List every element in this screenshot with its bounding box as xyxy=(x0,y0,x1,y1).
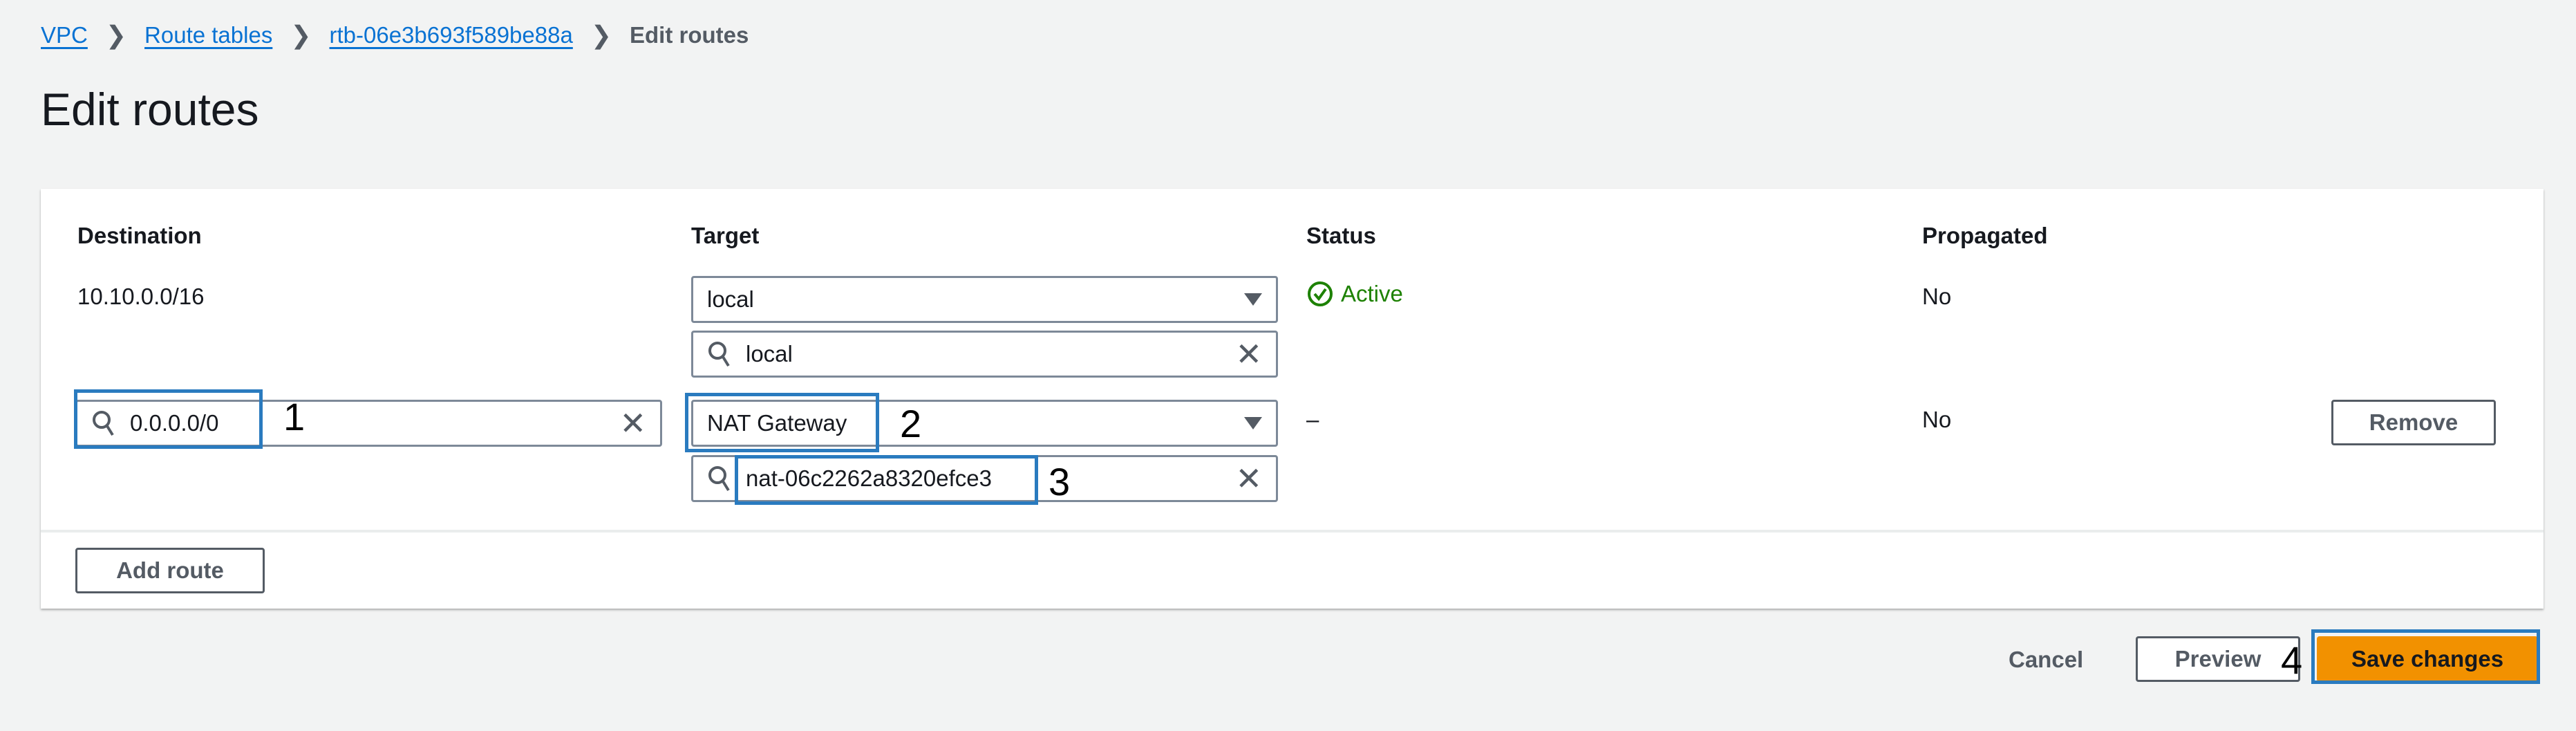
breadcrumb: VPC ❯ Route tables ❯ rtb-06e3b693f589be8… xyxy=(41,21,749,50)
column-header-destination: Destination xyxy=(77,223,202,248)
annotation-label-4: 4 xyxy=(2281,638,2303,682)
caret-down-icon xyxy=(1244,293,1262,306)
breadcrumb-vpc[interactable]: VPC xyxy=(41,22,88,48)
annotation-label-2: 2 xyxy=(900,402,922,445)
status-text: – xyxy=(1306,407,1319,432)
caret-down-icon xyxy=(1244,417,1262,429)
chevron-right-icon: ❯ xyxy=(590,21,612,49)
column-header-target: Target xyxy=(691,223,760,248)
annotation-box-2 xyxy=(685,393,879,452)
check-circle-icon xyxy=(1308,281,1333,306)
annotation-label-3: 3 xyxy=(1049,460,1071,503)
remove-button[interactable]: Remove xyxy=(2331,400,2496,445)
annotation-label-1: 1 xyxy=(283,395,305,438)
add-route-button[interactable]: Add route xyxy=(75,548,265,593)
preview-button[interactable]: Preview xyxy=(2136,636,2300,682)
target-select[interactable]: local xyxy=(691,276,1278,323)
breadcrumb-route-tables[interactable]: Route tables xyxy=(144,22,272,48)
search-icon xyxy=(708,466,730,492)
divider xyxy=(41,530,2544,533)
status-text: Active xyxy=(1341,281,1403,306)
clear-icon[interactable]: ✕ xyxy=(1235,463,1262,494)
chevron-right-icon: ❯ xyxy=(105,21,127,49)
propagated-value: No xyxy=(1922,407,1952,432)
route-destination: 10.10.0.0/16 xyxy=(77,284,205,309)
annotation-box-3 xyxy=(735,455,1038,505)
breadcrumb-route-table-id[interactable]: rtb-06e3b693f589be88a xyxy=(330,22,573,48)
target-search-value: local xyxy=(746,341,793,367)
page-title: Edit routes xyxy=(41,84,259,135)
clear-icon[interactable]: ✕ xyxy=(619,407,646,439)
breadcrumb-current: Edit routes xyxy=(630,22,749,48)
column-header-status: Status xyxy=(1306,223,1376,248)
column-header-propagated: Propagated xyxy=(1922,223,2048,248)
routes-panel xyxy=(41,189,2544,609)
chevron-right-icon: ❯ xyxy=(290,21,312,49)
search-icon xyxy=(708,342,730,367)
annotation-box-1 xyxy=(74,389,263,449)
annotation-box-4 xyxy=(2311,629,2540,684)
target-search-input[interactable]: local ✕ xyxy=(691,331,1278,378)
clear-icon[interactable]: ✕ xyxy=(1235,338,1262,370)
target-select-value: local xyxy=(707,286,754,312)
cancel-button[interactable]: Cancel xyxy=(2009,647,2083,673)
status-badge: Active xyxy=(1306,280,1403,308)
propagated-value: No xyxy=(1922,284,1952,309)
